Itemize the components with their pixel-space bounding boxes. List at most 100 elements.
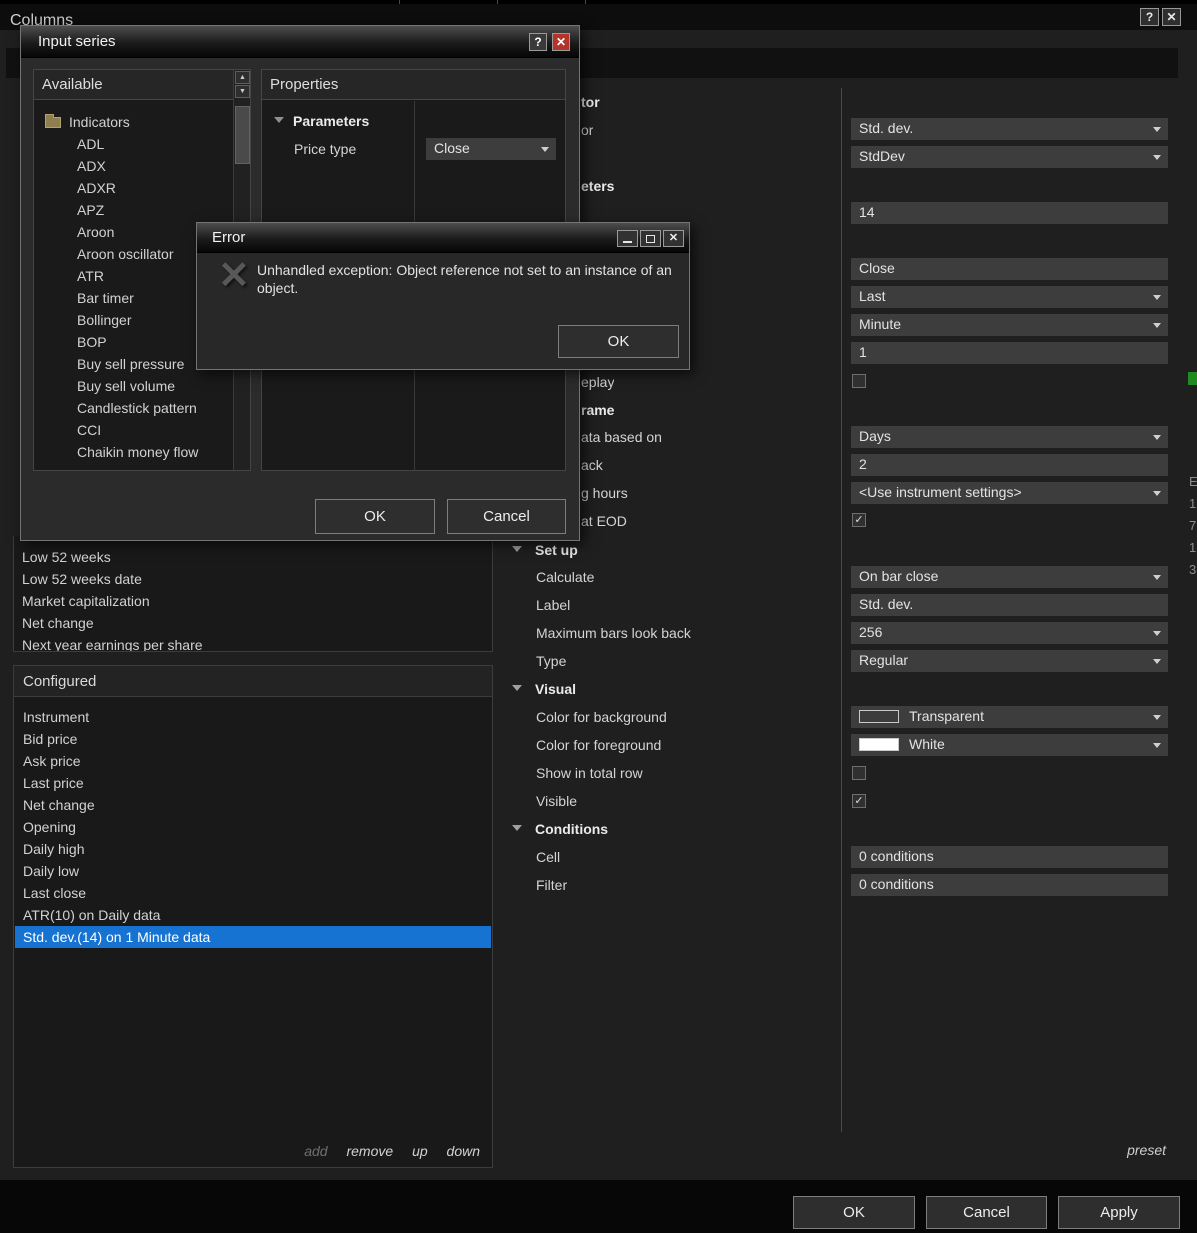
break-at-eod-checkbox[interactable]: ✓ xyxy=(852,513,866,527)
list-item[interactable]: Opening xyxy=(15,816,491,838)
add-link[interactable]: add xyxy=(304,1143,327,1159)
visible-label: Visible xyxy=(536,793,577,809)
tree-item[interactable]: Candlestick pattern xyxy=(35,397,232,419)
list-item[interactable]: Next year earnings per share xyxy=(14,634,492,651)
list-item[interactable]: Net change xyxy=(14,612,492,634)
replay-label-fragment: eplay xyxy=(581,374,615,390)
parameters-heading: Parameters xyxy=(293,113,370,129)
ok-button[interactable]: OK xyxy=(558,325,679,358)
bar-value-dropdown[interactable]: Last xyxy=(851,286,1168,308)
edge-artifact-text: 1 xyxy=(1189,540,1197,555)
tree-item[interactable]: CCI xyxy=(35,419,232,441)
error-titlebar: Error ✕ xyxy=(197,223,689,253)
label-field[interactable]: Std. dev. xyxy=(851,594,1168,616)
input-series-titlebar: Input series ? ✕ xyxy=(21,26,579,58)
ok-button[interactable]: OK xyxy=(315,499,435,534)
dialog-title: Input series xyxy=(38,33,116,50)
chevron-down-icon xyxy=(1153,743,1161,748)
collapse-triangle-icon[interactable] xyxy=(274,117,284,123)
bar-type-dropdown[interactable]: Minute xyxy=(851,314,1168,336)
replay-checkbox[interactable] xyxy=(852,374,866,388)
chevron-down-icon xyxy=(1153,631,1161,636)
cell-conditions-field[interactable]: 0 conditions xyxy=(851,846,1168,868)
transparent-swatch-icon xyxy=(859,710,899,723)
calculate-dropdown[interactable]: On bar close xyxy=(851,566,1168,588)
edge-artifact-text: 3 xyxy=(1189,562,1197,577)
color-foreground-dropdown[interactable]: White xyxy=(851,734,1168,756)
tree-item[interactable]: ADX xyxy=(35,155,232,177)
filter-label: Filter xyxy=(536,877,568,893)
maximize-icon xyxy=(646,235,655,243)
preset-link[interactable]: preset xyxy=(1127,1142,1166,1158)
configured-header: Configured xyxy=(14,666,492,697)
filter-conditions-field[interactable]: 0 conditions xyxy=(851,874,1168,896)
tree-item[interactable]: ADXR xyxy=(35,177,232,199)
price-type-dropdown[interactable]: Close xyxy=(426,138,556,160)
calculate-label: Calculate xyxy=(536,569,595,585)
collapse-triangle-icon[interactable] xyxy=(512,546,522,552)
chevron-down-icon xyxy=(1153,491,1161,496)
period-field[interactable]: 14 xyxy=(851,202,1168,224)
error-dialog: Error ✕ ✕ Unhandled exception: Object re… xyxy=(196,222,690,370)
scrollbar-thumb[interactable] xyxy=(235,106,250,164)
collapse-triangle-icon[interactable] xyxy=(512,825,522,831)
apply-button[interactable]: Apply xyxy=(1058,1196,1180,1229)
script-dropdown[interactable]: StdDev xyxy=(851,146,1168,168)
list-item[interactable]: ATR(10) on Daily data xyxy=(15,904,491,926)
close-button[interactable]: ✕ xyxy=(1162,8,1181,26)
down-link[interactable]: down xyxy=(447,1143,480,1159)
help-button[interactable]: ? xyxy=(529,33,547,51)
indicator-dropdown[interactable]: Std. dev. xyxy=(851,118,1168,140)
tree-item[interactable]: Chaikin money flow xyxy=(35,441,232,463)
visible-checkbox[interactable]: ✓ xyxy=(852,794,866,808)
color-background-label: Color for background xyxy=(536,709,667,725)
list-item[interactable]: Market capitalization xyxy=(14,590,492,612)
trading-hours-dropdown[interactable]: <Use instrument settings> xyxy=(851,482,1168,504)
cancel-button[interactable]: Cancel xyxy=(926,1196,1047,1229)
type-dropdown[interactable]: Regular xyxy=(851,650,1168,672)
ok-button[interactable]: OK xyxy=(793,1196,915,1229)
chevron-down-icon xyxy=(1153,435,1161,440)
error-x-icon: ✕ xyxy=(218,255,250,297)
help-button[interactable]: ? xyxy=(1140,8,1159,26)
minimize-button[interactable] xyxy=(617,230,638,247)
edge-artifact-green xyxy=(1188,372,1197,385)
list-item-selected[interactable]: Std. dev.(14) on 1 Minute data xyxy=(15,926,491,948)
chevron-down-icon xyxy=(541,147,549,152)
chevron-down-icon xyxy=(1153,127,1161,132)
max-bars-dropdown[interactable]: 256 xyxy=(851,622,1168,644)
tree-item[interactable]: Buy sell volume xyxy=(35,375,232,397)
list-item[interactable]: Last price xyxy=(15,772,491,794)
close-button[interactable]: ✕ xyxy=(663,230,684,247)
tree-folder[interactable]: Indicators xyxy=(35,111,232,133)
list-item[interactable]: Instrument xyxy=(15,706,491,728)
color-background-dropdown[interactable]: Transparent xyxy=(851,706,1168,728)
remove-link[interactable]: remove xyxy=(346,1143,393,1159)
list-item[interactable]: Net change xyxy=(15,794,491,816)
up-link[interactable]: up xyxy=(412,1143,428,1159)
maximize-button[interactable] xyxy=(640,230,661,247)
tree-item[interactable]: ADL xyxy=(35,133,232,155)
edge-artifact-text: 1 xyxy=(1189,496,1197,511)
conditions-heading: Conditions xyxy=(535,821,609,837)
list-item[interactable]: Bid price xyxy=(15,728,491,750)
cancel-button[interactable]: Cancel xyxy=(447,499,566,534)
list-item[interactable]: Daily low xyxy=(15,860,491,882)
data-based-on-dropdown[interactable]: Days xyxy=(851,426,1168,448)
show-in-total-row-checkbox[interactable] xyxy=(852,766,866,780)
bar-size-field[interactable]: 1 xyxy=(851,342,1168,364)
scroll-down-icon[interactable]: ▼ xyxy=(235,85,250,98)
list-item[interactable]: Daily high xyxy=(15,838,491,860)
list-item[interactable]: Low 52 weeks date xyxy=(14,568,492,590)
days-back-field[interactable]: 2 xyxy=(851,454,1168,476)
tree-item[interactable]: APZ xyxy=(35,199,232,221)
scroll-up-icon[interactable]: ▲ xyxy=(235,71,250,84)
price-field[interactable]: Close xyxy=(851,258,1168,280)
close-button[interactable]: ✕ xyxy=(552,33,570,51)
list-item[interactable]: Last close xyxy=(15,882,491,904)
list-item[interactable]: Low 52 weeks xyxy=(14,546,492,568)
list-item[interactable]: Ask price xyxy=(15,750,491,772)
parameters-heading-fragment: eters xyxy=(581,178,615,194)
collapse-triangle-icon[interactable] xyxy=(512,685,522,691)
edge-artifact-text: 7 xyxy=(1189,518,1197,533)
